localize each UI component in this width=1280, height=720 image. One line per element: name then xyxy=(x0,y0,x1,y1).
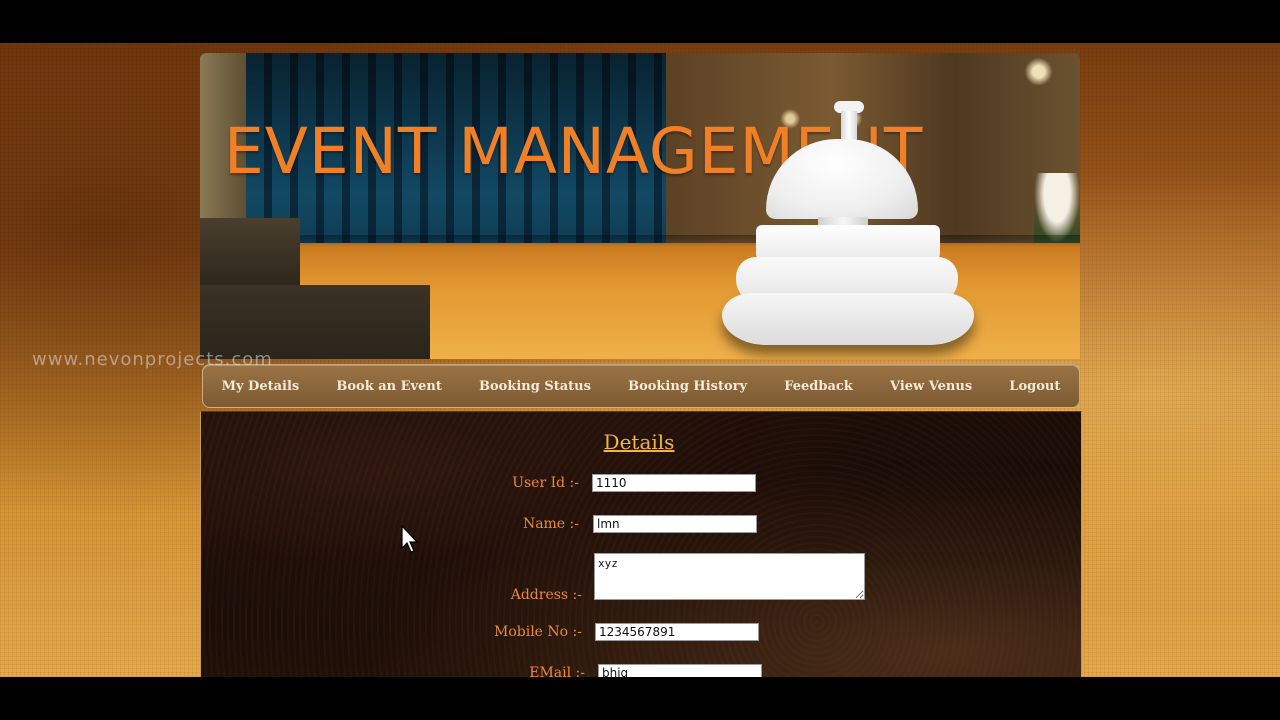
nav-feedback[interactable]: Feedback xyxy=(778,375,859,398)
name-input[interactable] xyxy=(593,515,757,533)
letterbox-bottom xyxy=(0,677,1280,720)
mobile-input[interactable] xyxy=(595,623,759,641)
header-banner: EVENT MANAGEMENT xyxy=(200,53,1080,359)
name-label: Name :- xyxy=(522,516,579,532)
nav-view-venus[interactable]: View Venus xyxy=(884,375,978,398)
nav-booking-status[interactable]: Booking Status xyxy=(473,375,597,398)
mobile-label: Mobile No :- xyxy=(494,624,582,640)
nav-logout[interactable]: Logout xyxy=(1003,375,1066,398)
user-id-label: User Id :- xyxy=(512,475,579,491)
address-label: Address :- xyxy=(510,587,582,603)
email-label: EMail :- xyxy=(529,665,585,677)
nav-my-details[interactable]: My Details xyxy=(216,375,306,398)
mouse-pointer-icon xyxy=(401,525,419,553)
email-input[interactable] xyxy=(598,664,762,677)
page: www.nevonprojects.com EVENT MANAGEMENT M… xyxy=(0,43,1280,677)
watermark: www.nevonprojects.com xyxy=(32,349,273,370)
address-textarea[interactable]: xyz xyxy=(594,553,865,600)
letterbox-top xyxy=(0,0,1280,43)
service-bell-icon xyxy=(722,101,978,351)
nav-book-an-event[interactable]: Book an Event xyxy=(330,375,447,398)
details-title: Details xyxy=(603,430,675,454)
main-nav: My Details Book an Event Booking Status … xyxy=(202,364,1080,408)
nav-booking-history[interactable]: Booking History xyxy=(622,375,753,398)
details-panel: Details User Id :- Name :- Address :- xy… xyxy=(200,411,1082,677)
user-id-input[interactable] xyxy=(592,474,756,492)
